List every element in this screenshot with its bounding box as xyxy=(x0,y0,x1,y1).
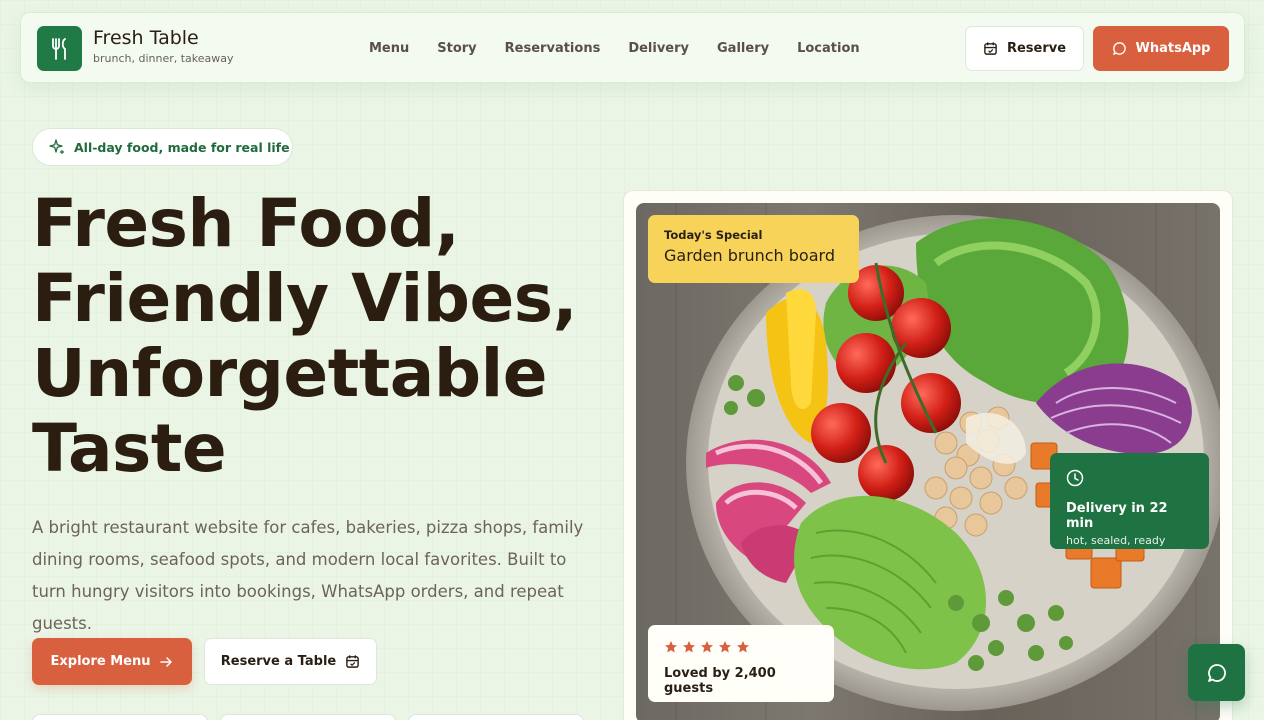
hero-headline: Fresh Food, Friendly Vibes, Unforgettabl… xyxy=(32,186,612,486)
chat-bubble-icon xyxy=(1207,663,1226,682)
special-label: Today's Special xyxy=(664,228,763,242)
headline-line-3: Unforgettable xyxy=(32,335,547,412)
sparkle-icon xyxy=(49,139,64,154)
star-icon xyxy=(683,641,695,653)
calendar-icon xyxy=(346,655,360,668)
reserve-table-label: Reserve a Table xyxy=(220,654,337,669)
special-name: Garden brunch board xyxy=(664,246,835,265)
hero-badge-text: All-day food, made for real life xyxy=(74,139,290,155)
top-navbar: Fresh Table brunch, dinner, takeaway Men… xyxy=(20,12,1245,83)
nav-link-delivery[interactable]: Delivery xyxy=(628,41,689,56)
whatsapp-button-label: WhatsApp xyxy=(1135,41,1211,56)
stat-card xyxy=(408,714,584,720)
nav-link-gallery[interactable]: Gallery xyxy=(717,41,769,56)
utensils-icon xyxy=(52,38,66,60)
clock-icon xyxy=(1066,469,1084,487)
star-icon xyxy=(701,641,713,653)
reviews-card: Loved by 2,400 guests xyxy=(648,625,834,702)
chat-fab-button[interactable] xyxy=(1188,644,1245,701)
star-icon xyxy=(737,641,749,653)
chat-bubble-icon xyxy=(1112,42,1126,55)
logo[interactable] xyxy=(37,26,82,71)
stat-card xyxy=(220,714,396,720)
headline-line-2: Friendly Vibes, xyxy=(32,260,578,337)
todays-special-card[interactable]: Today's Special Garden brunch board xyxy=(648,215,859,283)
reviews-text: Loved by 2,400 guests xyxy=(664,666,776,696)
brand-tagline: brunch, dinner, takeaway xyxy=(93,52,234,65)
stat-card xyxy=(32,714,208,720)
headline-line-1: Fresh Food, xyxy=(32,185,460,262)
star-icon xyxy=(719,641,731,653)
hero-badge: All-day food, made for real life xyxy=(32,128,293,166)
headline-line-4: Taste xyxy=(32,410,227,487)
star-rating xyxy=(664,640,818,654)
nav-link-reservations[interactable]: Reservations xyxy=(505,41,601,56)
nav-link-story[interactable]: Story xyxy=(437,41,476,56)
arrow-right-icon xyxy=(160,656,173,667)
nav-links: Menu Story Reservations Delivery Gallery… xyxy=(369,41,888,56)
explore-menu-button[interactable]: Explore Menu xyxy=(32,638,192,685)
nav-link-menu[interactable]: Menu xyxy=(369,41,409,56)
brand-name: Fresh Table xyxy=(93,27,199,49)
delivery-card: Delivery in 22 min hot, sealed, ready xyxy=(1050,453,1209,549)
calendar-icon xyxy=(984,42,997,55)
delivery-subtitle: hot, sealed, ready xyxy=(1066,534,1166,547)
explore-menu-label: Explore Menu xyxy=(50,654,151,669)
star-icon xyxy=(665,641,677,653)
nav-link-location[interactable]: Location xyxy=(797,41,860,56)
hero-description: A bright restaurant website for cafes, b… xyxy=(32,518,584,633)
whatsapp-button[interactable]: WhatsApp xyxy=(1093,26,1229,71)
reserve-button[interactable]: Reserve xyxy=(965,26,1084,71)
reserve-button-label: Reserve xyxy=(1006,41,1067,56)
reserve-table-button[interactable]: Reserve a Table xyxy=(204,638,377,685)
delivery-title: Delivery in 22 min xyxy=(1066,501,1168,531)
